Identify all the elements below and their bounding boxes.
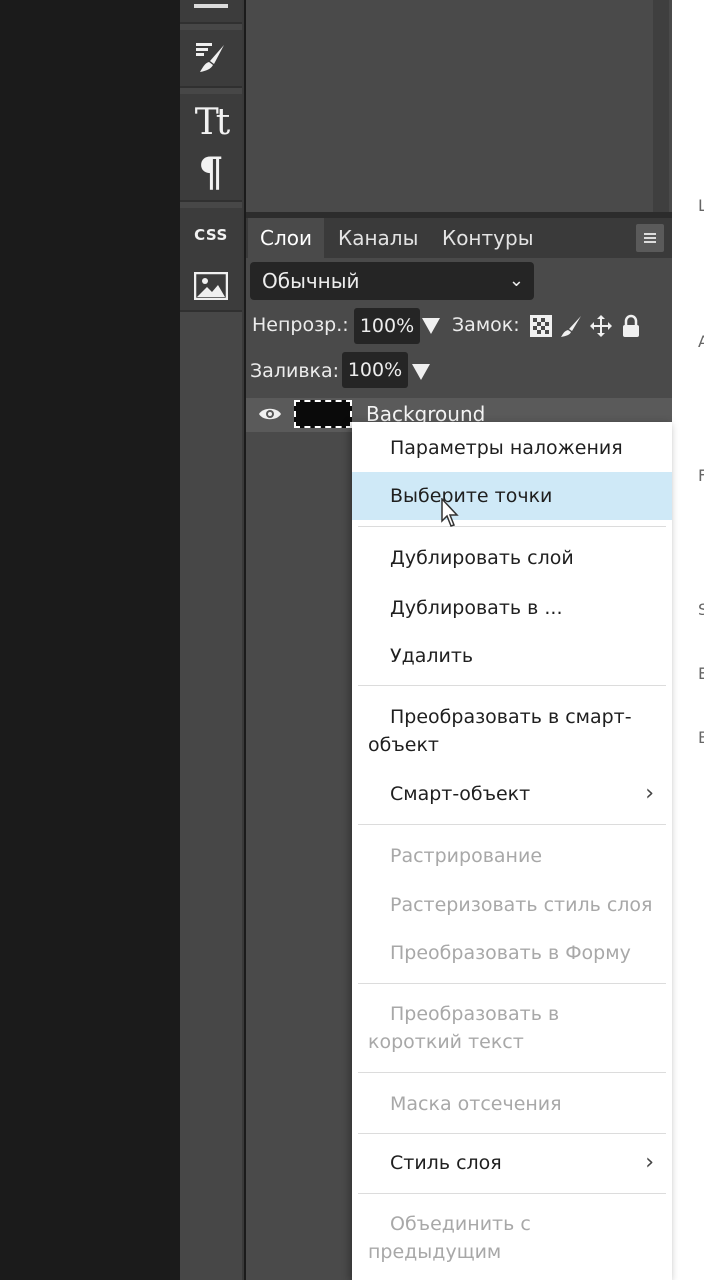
tool-group-misc: CSS (180, 208, 242, 312)
text-tool-label: Tt (194, 101, 231, 143)
right-panel-letter: B (698, 728, 704, 747)
layer-context-menu: Параметры наложения Выберите точки Дубли… (352, 422, 672, 1280)
menu-item-label: Преобразовать в короткий текст (368, 1003, 560, 1053)
brush-tool-button[interactable] (180, 30, 242, 86)
opacity-dropdown-icon[interactable] (422, 318, 440, 334)
menu-item-label: Преобразовать в Форму (390, 942, 631, 964)
tab-paths[interactable]: Контуры (430, 218, 545, 258)
canvas-background (0, 0, 180, 1280)
menu-divider (358, 824, 666, 825)
menu-item-select-pixels[interactable]: Выберите точки (352, 472, 672, 520)
upper-panel (246, 0, 672, 212)
eye-visibility-icon[interactable] (258, 405, 282, 423)
upper-panel-scrollbar[interactable] (653, 0, 669, 212)
right-panel-letter: A (698, 332, 704, 351)
menu-item-convert-to-smart-object[interactable]: Преобразовать в смарт-объект (352, 703, 672, 759)
mouse-pointer-icon (441, 498, 459, 527)
menu-divider (358, 983, 666, 984)
chevron-down-icon: ⌄ (508, 270, 524, 291)
menu-item-label: Удалить (390, 645, 474, 667)
menu-item-duplicate-into[interactable]: Дублировать в ... (352, 594, 672, 622)
right-panel-letter: L (698, 196, 704, 215)
menu-item-label: Маска отсечения (390, 1093, 562, 1115)
menu-item-label: Стиль слоя (390, 1152, 502, 1174)
tool-group-text: Tt ¶ (180, 94, 242, 202)
menu-item-label: Дублировать в ... (390, 597, 563, 619)
right-panel-edge: L A F S E B (672, 0, 704, 1280)
menu-divider (358, 1133, 666, 1134)
layer-thumbnail[interactable] (294, 400, 352, 428)
menu-item-delete[interactable]: Удалить (352, 642, 672, 670)
menu-item-label: Параметры наложения (390, 437, 623, 459)
lock-all-icon[interactable] (619, 314, 643, 338)
fill-dropdown-icon[interactable] (412, 364, 430, 380)
menu-item-rasterize: Растрирование (352, 842, 672, 870)
opacity-label: Непрозр.: (252, 314, 349, 336)
menu-divider (358, 526, 666, 527)
css-tool-label: CSS (194, 226, 228, 244)
tool-group-top (180, 0, 242, 24)
image-icon (194, 272, 228, 300)
menu-item-merge-down: Объединить с предыдущим (352, 1210, 672, 1266)
menu-item-label: Преобразовать в смарт-объект (368, 706, 632, 756)
css-tool-button[interactable]: CSS (180, 208, 242, 262)
tool-group-brush (180, 30, 242, 88)
tools-column: Tt ¶ CSS (180, 0, 244, 1280)
opacity-input[interactable]: 100% (354, 308, 420, 344)
image-tool-button[interactable] (180, 258, 242, 314)
paragraph-tool-button[interactable]: ¶ (180, 144, 242, 200)
tab-layers[interactable]: Слои (248, 218, 324, 258)
lock-transparency-icon[interactable] (529, 314, 553, 338)
blend-mode-select[interactable]: Обычный ⌄ (250, 262, 534, 300)
tool-partial-icon (194, 4, 228, 8)
menu-item-rasterize-layer-style: Растеризовать стиль слоя (352, 891, 672, 919)
chevron-right-icon: › (645, 781, 654, 806)
menu-item-smart-object[interactable]: Смарт-объект › (352, 780, 672, 808)
fill-label: Заливка: (250, 360, 340, 382)
lock-label: Замок: (452, 314, 520, 336)
panel-menu-button[interactable] (636, 224, 664, 252)
chevron-right-icon: › (645, 1150, 654, 1175)
right-panel-letter: S (698, 600, 704, 619)
lock-position-move-icon[interactable] (589, 314, 613, 338)
paragraph-tool-label: ¶ (198, 148, 224, 196)
right-panel-letter: E (698, 664, 704, 683)
menu-item-label: Растеризовать стиль слоя (390, 894, 653, 916)
brush-icon (196, 43, 224, 72)
layers-panel-tabs: Слои Каналы Контуры (246, 218, 672, 258)
menu-divider (358, 1072, 666, 1073)
menu-item-label: Выберите точки (390, 485, 553, 507)
menu-item-blending-options[interactable]: Параметры наложения (352, 434, 672, 462)
menu-item-convert-to-point-text: Преобразовать в короткий текст (352, 1000, 672, 1056)
menu-item-layer-style[interactable]: Стиль слоя › (352, 1149, 672, 1177)
lock-pixels-brush-icon[interactable] (559, 314, 583, 338)
right-panel-letter: F (698, 466, 704, 485)
blend-mode-value: Обычный (262, 269, 360, 293)
hamburger-icon (644, 237, 656, 239)
text-tool-button[interactable]: Tt (180, 94, 242, 150)
menu-item-clipping-mask: Маска отсечения (352, 1090, 672, 1118)
menu-item-duplicate-layer[interactable]: Дублировать слой (352, 544, 672, 572)
menu-item-label: Растрирование (390, 845, 543, 867)
menu-divider (358, 685, 666, 686)
fill-input[interactable]: 100% (342, 352, 408, 388)
menu-item-label: Смарт-объект (390, 783, 531, 805)
menu-item-convert-to-shape: Преобразовать в Форму (352, 939, 672, 967)
menu-divider (358, 1193, 666, 1194)
menu-item-label: Объединить с предыдущим (368, 1213, 531, 1263)
menu-item-label: Дублировать слой (390, 547, 574, 569)
tab-channels[interactable]: Каналы (326, 218, 430, 258)
